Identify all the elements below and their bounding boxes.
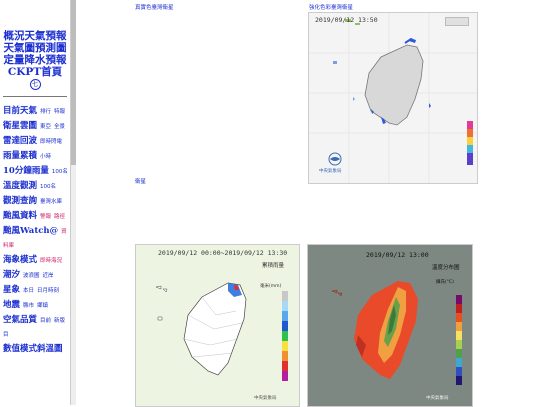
caption-enhanced[interactable]: 強化色彩臺灣衛星 xyxy=(309,3,353,11)
nav-item: 星象 本日 日月時刻 xyxy=(3,282,70,296)
cwb-logo-small xyxy=(445,17,469,26)
nav-item-label[interactable]: 雨量累積 xyxy=(3,151,37,161)
nav-sublink[interactable]: 100名 xyxy=(52,169,68,175)
nav-sublink[interactable]: 警報 xyxy=(40,214,51,220)
nav-item-label[interactable]: 颱風Watch@ xyxy=(3,226,58,236)
nav-sublink[interactable]: 東亞 xyxy=(40,124,51,130)
seven-circle-icon[interactable]: 七 xyxy=(29,79,41,90)
nav-item-label[interactable]: 空氣品質 xyxy=(3,315,37,325)
nav-sublink[interactable]: 目前 xyxy=(40,318,51,324)
nav-item: 潮汐 波浪圖 近岸 xyxy=(3,267,70,281)
nav-item: 10分鐘雨量 100名 xyxy=(3,163,70,177)
sidebar-nav: 概況天氣預報 天氣圖預測圖 定量降水預報 CKPT首頁 七 目前天氣 排行 特報 衛星… xyxy=(0,0,70,405)
nav-item: 目前天氣 排行 特報 xyxy=(3,103,70,117)
nav-item: 雷達回波 即時閃電 xyxy=(3,133,70,147)
nav-sublink[interactable]: 鄉鎮 xyxy=(37,303,48,309)
nav-item: 海象模式 即時海況 xyxy=(3,252,70,266)
nav-item: 颱風資料 警報 路徑 xyxy=(3,208,70,222)
nav-item: 颱風Watch@ 資料庫 xyxy=(3,223,70,251)
cwb-logo-label-3: 中央氣象局 xyxy=(426,396,449,401)
sidebar-scrollbar[interactable] xyxy=(70,0,76,405)
nav-item: 衛星雲圖 東亞 全景 xyxy=(3,118,70,132)
nav-sublink[interactable]: 本日 xyxy=(23,288,34,294)
nav-weather-forecast[interactable]: 概況天氣預報 xyxy=(3,30,67,42)
nav-item-label[interactable]: 10分鐘雨量 xyxy=(3,166,49,176)
nav-sublink[interactable]: 即時海況 xyxy=(40,258,62,264)
nav-item-label[interactable]: 星象 xyxy=(3,285,20,295)
enhanced-satellite-image[interactable]: 2019/09/12 13:50 中央氣象局 xyxy=(308,12,478,184)
nav-ckpt-home[interactable]: CKPT首頁 xyxy=(3,66,67,78)
rain-timestamp: 2019/09/12 00:00~2019/09/12 13:30 xyxy=(158,249,288,257)
satellite-timestamp: 2019/09/12 13:50 xyxy=(315,16,378,24)
nav-sublink[interactable]: 全景 xyxy=(54,124,65,130)
rain-accumulation-map xyxy=(136,245,299,406)
nav-sublink[interactable]: 排行 xyxy=(40,109,51,115)
nav-sublink[interactable]: 縣市 xyxy=(23,303,34,309)
nav-sublink[interactable]: 臺灣水庫 xyxy=(40,199,62,205)
nav-list: 目前天氣 排行 特報 衛星雲圖 東亞 全景 雷達回波 即時閃電 雨量累積 小時 10分鐘雨量 100名… xyxy=(3,103,70,354)
nav-item-label[interactable]: 颱風資料 xyxy=(3,211,37,221)
nav-sublink[interactable]: 日月時刻 xyxy=(37,288,59,294)
nav-item-label[interactable]: 海象模式 xyxy=(3,255,37,265)
nav-rain-forecast[interactable]: 定量降水預報 xyxy=(3,54,67,66)
nav-item-label[interactable]: 衛星雲圖 xyxy=(3,121,37,131)
nav-item: 地震 縣市 鄉鎮 xyxy=(3,297,70,311)
nav-item-label[interactable]: 數值模式斜溫圖 xyxy=(3,344,63,354)
nav-item: 數值模式斜溫圖 xyxy=(3,341,70,354)
enhanced-satellite-map xyxy=(309,13,477,183)
cwb-logo-label-2: 中央氣象局 xyxy=(254,396,277,401)
rain-unit: 毫米(mm) xyxy=(260,284,282,289)
nav-weather-map[interactable]: 天氣圖預測圖 xyxy=(3,42,67,54)
nav-item: 雨量累積 小時 xyxy=(3,148,70,162)
nav-sublink[interactable]: 波浪圖 xyxy=(23,273,40,279)
caption-true-color[interactable]: 真實色臺灣衛星 xyxy=(135,3,174,11)
nav-sublink[interactable]: 特報 xyxy=(54,109,65,115)
temp-title: 溫度分布圖 xyxy=(432,265,460,271)
rain-title: 累積雨量 xyxy=(262,263,285,269)
divider xyxy=(3,96,67,97)
nav-item-label[interactable]: 潮汐 xyxy=(3,270,20,280)
scrollbar-thumb[interactable] xyxy=(71,0,76,165)
nav-sublink[interactable]: 即時閃電 xyxy=(40,139,62,145)
nav-item: 溫度觀測 100名 xyxy=(3,178,70,192)
temp-unit: 攝氏(°C) xyxy=(436,280,454,285)
nav-sublink[interactable]: 近岸 xyxy=(43,273,54,279)
nav-sublink[interactable]: 小時 xyxy=(40,154,51,160)
temp-timestamp: 2019/09/12 13:00 xyxy=(366,251,429,259)
nav-item: 空氣品質 目前 新版目 xyxy=(3,312,70,340)
rain-accumulation-image[interactable]: 2019/09/12 00:00~2019/09/12 13:30 累積雨量 毫… xyxy=(135,244,300,407)
temperature-distribution-image[interactable]: 2019/09/12 13:00 溫度分布圖 攝氏(°C) 中央氣象局 xyxy=(307,244,473,407)
nav-sublink[interactable]: 100名 xyxy=(40,184,56,190)
nav-item-label[interactable]: 觀測查詢 xyxy=(3,196,37,206)
nav-item: 觀測查詢 臺灣水庫 xyxy=(3,193,70,207)
nav-item-label[interactable]: 地震 xyxy=(3,300,20,310)
caption-satellite[interactable]: 衛星 xyxy=(135,177,146,185)
cwb-logo-label-1: 中央氣象局 xyxy=(319,169,342,174)
nav-item-label[interactable]: 溫度觀測 xyxy=(3,181,37,191)
nav-item-label[interactable]: 目前天氣 xyxy=(3,106,37,116)
nav-sublink[interactable]: 路徑 xyxy=(54,214,65,220)
nav-item-label[interactable]: 雷達回波 xyxy=(3,136,37,146)
